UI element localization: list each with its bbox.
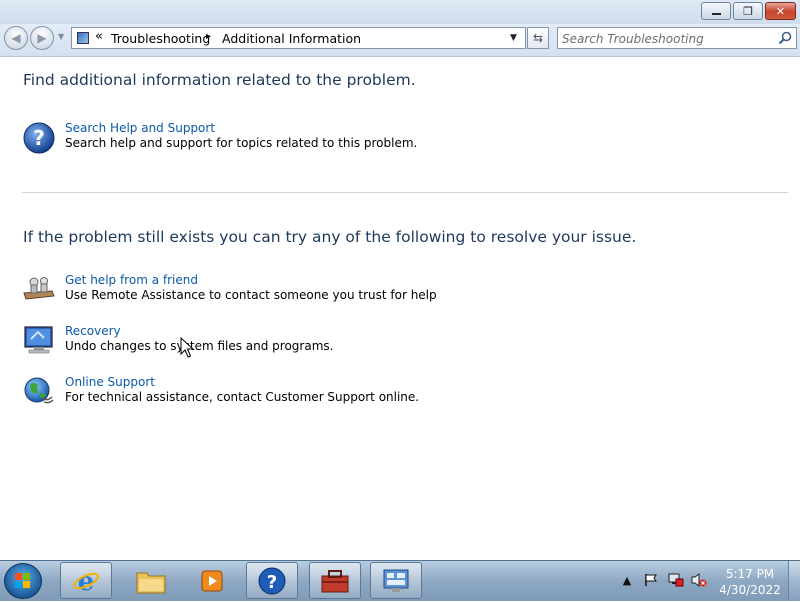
- clock-time: 5:17 PM: [725, 567, 775, 581]
- online-support-link[interactable]: Online Support: [65, 375, 155, 389]
- svg-text:?: ?: [33, 126, 45, 150]
- forward-button[interactable]: ▶: [30, 26, 54, 50]
- volume-muted-icon[interactable]: [691, 572, 707, 588]
- help-icon: ?: [23, 122, 55, 154]
- internet-explorer-icon: e: [73, 567, 99, 596]
- recent-pages-dropdown[interactable]: ▼: [58, 32, 64, 41]
- mouse-cursor-icon: [180, 337, 194, 358]
- breadcrumb-item-additional-information[interactable]: Additional Information: [222, 31, 361, 46]
- media-player-icon: [201, 570, 223, 591]
- control-panel-icon: [77, 32, 89, 44]
- system-clock[interactable]: 5:17 PM 4/30/2022: [718, 566, 782, 598]
- windows-explorer-icon: [136, 572, 166, 593]
- close-icon: ✕: [775, 4, 786, 18]
- search-icon[interactable]: [778, 31, 792, 45]
- get-help-from-friend-link[interactable]: Get help from a friend: [65, 273, 198, 287]
- restore-icon: ❐: [743, 4, 753, 18]
- action-center-flag-icon[interactable]: [644, 573, 658, 587]
- section-heading-resolve-issue: If the problem still exists you can try …: [23, 228, 637, 246]
- breadcrumb-overflow-chevron[interactable]: «: [95, 29, 103, 44]
- taskbar-help-and-support[interactable]: ?: [246, 562, 298, 599]
- section-heading-additional-info: Find additional information related to t…: [23, 71, 416, 89]
- taskbar-control-panel[interactable]: [370, 562, 422, 599]
- minimize-icon: [711, 12, 721, 15]
- search-box[interactable]: [557, 27, 797, 49]
- breadcrumb-separator-icon[interactable]: ▸: [206, 31, 211, 42]
- search-help-link[interactable]: Search Help and Support: [65, 121, 215, 135]
- troubleshooting-window: ❐ ✕ ◀ ▶ ▼ « Troubleshooting ▸ Additional…: [0, 0, 800, 560]
- recovery-icon: [24, 326, 53, 354]
- network-icon[interactable]: [668, 572, 684, 588]
- show-hidden-icons[interactable]: ▲: [620, 574, 634, 588]
- minimize-button[interactable]: [701, 2, 731, 20]
- forward-arrow-icon: ▶: [37, 31, 47, 45]
- navigation-bar: ◀ ▶ ▼ « Troubleshooting ▸ Additional Inf…: [0, 24, 800, 57]
- online-support-icon: [24, 377, 54, 404]
- back-button[interactable]: ◀: [4, 26, 28, 50]
- close-button[interactable]: ✕: [765, 2, 796, 20]
- troubleshooting-icon: [321, 569, 349, 592]
- taskbar-troubleshooting[interactable]: [309, 562, 361, 599]
- svg-text:?: ?: [267, 572, 277, 593]
- address-bar[interactable]: « Troubleshooting ▸ Additional Informati…: [71, 27, 526, 49]
- taskbar-internet-explorer[interactable]: e: [60, 562, 112, 599]
- taskbar: e ? ▲ 5:17 PM 4/30/2022: [0, 560, 800, 601]
- remote-assistance-icon: [23, 277, 55, 300]
- search-input[interactable]: [562, 30, 772, 48]
- recovery-link[interactable]: Recovery: [65, 324, 121, 338]
- control-panel-icon: [383, 569, 409, 592]
- online-support-description: For technical assistance, contact Custom…: [65, 390, 420, 404]
- windows-logo-icon: [15, 573, 30, 588]
- refresh-icon: ⇆: [532, 31, 544, 45]
- breadcrumb-item-troubleshooting[interactable]: Troubleshooting: [111, 31, 210, 46]
- get-help-from-friend-description: Use Remote Assistance to contact someone…: [65, 288, 437, 302]
- clock-date: 4/30/2022: [719, 583, 781, 597]
- svg-text:e: e: [78, 567, 95, 596]
- refresh-button[interactable]: ⇆: [527, 27, 549, 49]
- address-dropdown-icon[interactable]: ▼: [510, 33, 517, 43]
- main-content: Find additional information related to t…: [0, 57, 800, 560]
- start-button[interactable]: [4, 563, 42, 599]
- search-help-description: Search help and support for topics relat…: [65, 136, 418, 150]
- taskbar-windows-explorer[interactable]: [125, 562, 177, 599]
- help-and-support-icon: ?: [258, 567, 286, 594]
- title-bar: ❐ ✕: [0, 0, 800, 24]
- section-divider: [22, 192, 788, 193]
- back-arrow-icon: ◀: [11, 31, 21, 45]
- show-desktop-button[interactable]: [788, 561, 800, 601]
- recovery-description: Undo changes to system files and program…: [65, 339, 334, 353]
- restore-button[interactable]: ❐: [733, 2, 763, 20]
- taskbar-media-player[interactable]: [186, 562, 238, 599]
